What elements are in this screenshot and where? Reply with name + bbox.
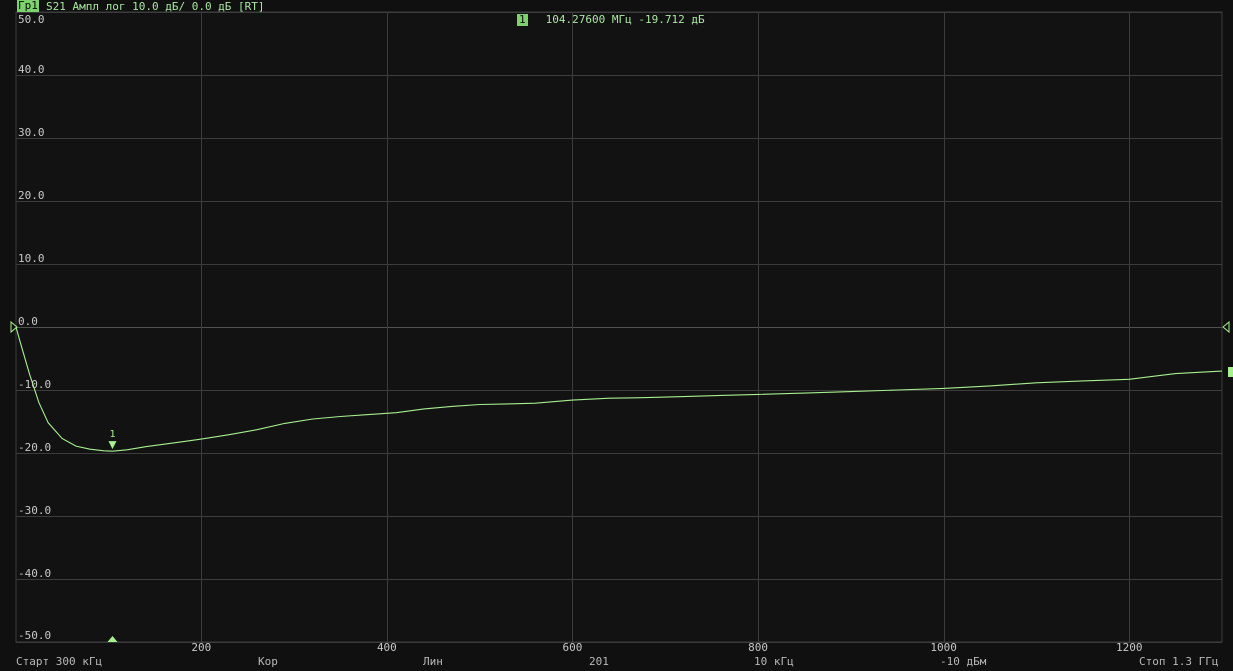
sweep-type[interactable]: Лин [423,655,443,669]
if-bandwidth[interactable]: 10 кГц [754,655,794,669]
sweep-points[interactable]: 201 [589,655,609,669]
x-tick-label: 200 [191,641,211,654]
trace-plot[interactable]: 50.040.030.020.010.00.0-10.0-20.0-30.0-4… [0,0,1233,655]
plot-grid [15,11,1223,643]
reference-level-right-icon [1222,320,1230,334]
x-tick-label: 600 [563,641,583,654]
status-bar: Старт 300 кГц Кор Лин 201 10 кГц -10 дБм… [0,655,1233,671]
stop-frequency[interactable]: Стоп 1.3 ГГц [1139,655,1218,669]
marker-readout-value: -19.712 дБ [638,13,705,26]
marker-readout-frequency: 104.27600 МГц [545,13,632,26]
y-tick-label: -30.0 [18,504,51,517]
y-tick-label: -40.0 [18,567,51,580]
marker-readout: 1 104.27600 МГц -19.712 дБ [517,13,705,26]
y-tick-label: 20.0 [18,189,45,202]
trace-description[interactable]: S21 Ампл лог 10.0 дБ/ 0.0 дБ [RT] [46,0,265,13]
source-power[interactable]: -10 дБм [940,655,986,669]
y-tick-label: 0.0 [18,315,38,328]
y-tick-label: 50.0 [18,13,45,26]
x-tick-label: 1000 [930,641,957,654]
y-tick-label: -50.0 [18,629,51,642]
trace-end-icon [1228,367,1233,377]
format-label[interactable]: Кор [258,655,278,669]
vna-screen: 50.0 40.0 30.0 20.0 10.0 0.0 -10.0 -20.0 -30.0 -4… [0,0,1233,671]
x-tick-label: 1200 [1116,641,1143,654]
x-tick-label: 400 [377,641,397,654]
x-tick-label: 800 [748,641,768,654]
y-tick-label: 30.0 [18,126,45,139]
y-tick-label: -20.0 [18,441,51,454]
trace-header: Гр1 S21 Ампл лог 10.0 дБ/ 0.0 дБ [RT] [0,0,1233,13]
marker-1-label: 1 [109,429,115,440]
marker-readout-index: 1 [517,13,528,26]
y-tick-label: 10.0 [18,252,45,265]
start-frequency[interactable]: Старт 300 кГц [16,655,102,669]
y-tick-label: 40.0 [18,63,45,76]
trace-tag[interactable]: Гр1 [17,0,39,12]
